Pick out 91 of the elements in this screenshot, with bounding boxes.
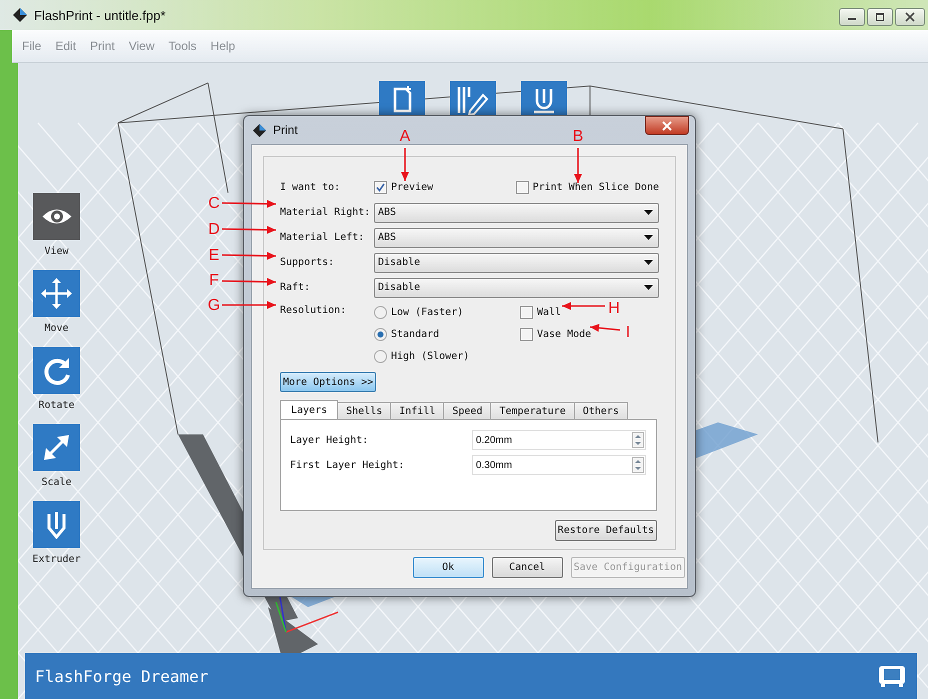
annotation-letter: C <box>208 195 220 212</box>
radio-icon[interactable] <box>374 350 387 362</box>
annotation-letter: E <box>208 247 220 264</box>
tool-button[interactable] <box>33 193 80 240</box>
maximize-button[interactable] <box>867 8 893 26</box>
annotation-letter: A <box>400 128 410 145</box>
dropdown[interactable]: Disable <box>374 278 659 298</box>
annotation-arrow <box>562 302 605 310</box>
caret-icon <box>644 235 653 240</box>
close-button[interactable] <box>645 116 689 135</box>
annotation-arrow <box>574 148 582 183</box>
tool-label: Extruder <box>32 554 81 565</box>
field-label: Supports: <box>280 257 336 268</box>
annotation-arrow <box>222 278 276 286</box>
dropdown[interactable]: ABS <box>374 202 659 222</box>
tool-label: View <box>44 246 69 257</box>
restore-defaults-button[interactable]: Restore Defaults <box>554 520 657 541</box>
window-title: FlashPrint - untitle.fpp* <box>34 8 166 22</box>
tool-button[interactable] <box>33 270 80 317</box>
annotation-arrow <box>222 252 276 260</box>
annotation-letter: I <box>626 324 630 341</box>
printer-icon[interactable] <box>877 664 907 688</box>
checkbox[interactable]: Preview <box>374 178 434 198</box>
nozzle-icon <box>47 510 66 538</box>
tool-label: Rotate <box>38 400 75 411</box>
diamond-logo-icon <box>252 122 267 138</box>
dropdown[interactable]: ABS <box>374 228 659 248</box>
annotation-arrow <box>222 226 276 234</box>
caret-icon <box>644 210 653 215</box>
field-label: Raft: <box>280 282 312 293</box>
checkbox[interactable]: Vase Mode <box>520 324 592 344</box>
annotation-letter: B <box>572 128 584 145</box>
dialog-button[interactable]: Ok <box>412 557 484 578</box>
tab[interactable]: Others <box>574 402 628 419</box>
annotation-letter: G <box>208 297 220 314</box>
checkbox[interactable]: Print When Slice Done <box>516 178 659 198</box>
annotation-letter: H <box>608 300 620 317</box>
field-label: Resolution: <box>280 305 348 316</box>
dropdown[interactable]: Disable <box>374 252 659 272</box>
caret-icon <box>644 260 653 265</box>
close-button[interactable] <box>895 8 925 26</box>
checkbox-icon[interactable] <box>520 328 533 340</box>
tab[interactable]: Shells <box>337 402 392 419</box>
field-label: Material Left: <box>280 232 366 243</box>
rotate-icon <box>43 356 70 384</box>
tool-button[interactable] <box>33 347 80 394</box>
close-icon <box>904 12 916 22</box>
checkbox-icon[interactable] <box>374 181 387 194</box>
dialog-title: Print <box>273 123 298 137</box>
eye-icon <box>42 206 72 226</box>
field-label: First Layer Height: <box>290 460 406 470</box>
annotation-arrow <box>222 200 276 208</box>
checkbox-icon[interactable] <box>520 306 533 318</box>
tool-button[interactable] <box>33 424 80 471</box>
spin-field[interactable]: 0.20mm <box>472 430 646 450</box>
tab[interactable]: Infill <box>390 402 444 419</box>
tool-label: Scale <box>41 477 72 488</box>
spinner-icon[interactable] <box>632 432 644 448</box>
tool-button[interactable] <box>33 501 80 548</box>
radio-button[interactable]: Standard <box>374 324 520 344</box>
move-arrows-icon <box>41 278 72 309</box>
radio-icon[interactable] <box>374 328 387 340</box>
diamond-logo-icon <box>12 7 28 23</box>
radio-icon[interactable] <box>374 306 387 318</box>
tab[interactable]: Layers <box>280 400 338 419</box>
radio-button[interactable]: High (Slower) <box>374 346 520 366</box>
close-icon <box>661 120 673 130</box>
annotation-letter: F <box>209 272 219 289</box>
annotation-arrow <box>590 324 620 332</box>
field-label: Material Right: <box>280 207 372 218</box>
tab[interactable]: Temperature <box>490 402 575 419</box>
annotation-letter: D <box>208 221 220 238</box>
printer-name: FlashForge Dreamer <box>35 666 208 686</box>
spin-field[interactable]: 0.30mm <box>472 455 646 475</box>
caret-icon <box>644 285 653 290</box>
restore-icon <box>874 12 886 22</box>
tab[interactable]: Speed <box>443 402 492 419</box>
radio-button[interactable]: Low (Faster) <box>374 302 520 322</box>
spinner-icon[interactable] <box>632 457 644 473</box>
tool-label: Move <box>44 323 69 334</box>
dialog-button[interactable]: Cancel <box>492 557 563 578</box>
axis-drawing <box>275 597 338 633</box>
checkbox[interactable]: Wall <box>520 302 592 322</box>
checkbox-icon[interactable] <box>516 181 529 194</box>
minimize-button[interactable] <box>839 8 865 26</box>
field-label: I want to: <box>280 182 342 193</box>
annotation-arrow <box>401 148 409 181</box>
annotation-arrow <box>222 301 276 309</box>
diagonal-arrow-icon <box>43 434 70 461</box>
field-label: Layer Height: <box>290 434 370 446</box>
more-options-button[interactable]: More Options >> <box>280 372 376 392</box>
